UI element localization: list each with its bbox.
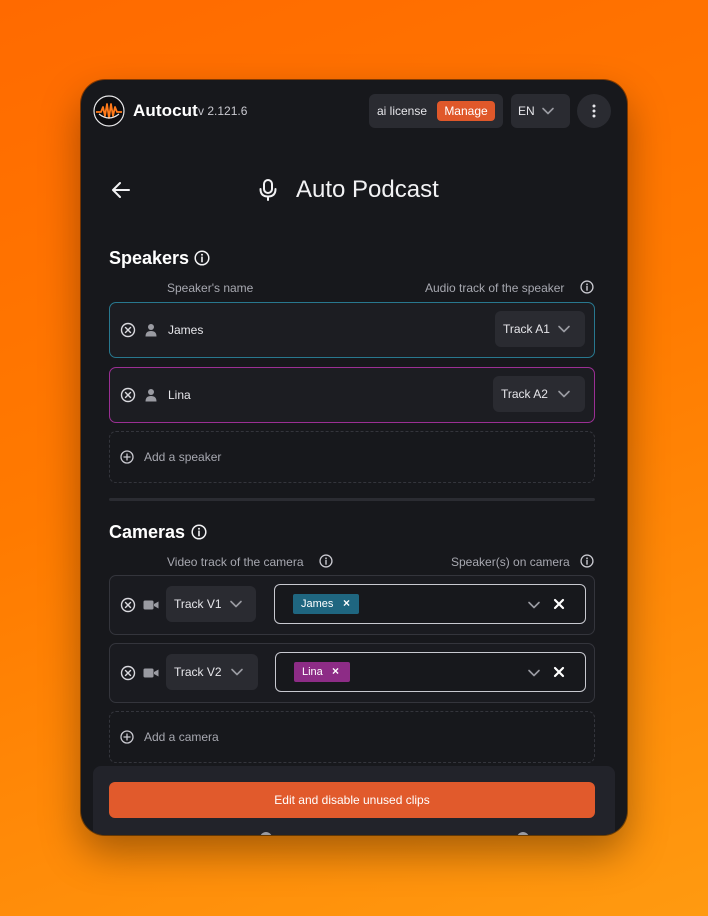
speaker-tag: James ×	[293, 594, 359, 614]
edit-and-disable-button[interactable]: Edit and disable unused clips	[109, 782, 595, 818]
footer-bar: Edit and disable unused clips	[93, 766, 615, 835]
page-title: Auto Podcast	[296, 176, 439, 203]
info-icon[interactable]	[194, 250, 210, 266]
add-camera-button[interactable]: Add a camera	[109, 711, 595, 763]
video-track-value: Track V1	[174, 597, 222, 611]
camera-row: Track V2 Lina ×	[109, 643, 595, 703]
more-vertical-icon	[592, 104, 596, 118]
app-name: Autocut	[133, 101, 198, 120]
info-icon[interactable]	[191, 524, 207, 540]
back-arrow-icon[interactable]	[109, 178, 133, 202]
video-track-select[interactable]: Track V2	[166, 654, 258, 690]
clear-icon[interactable]	[553, 598, 565, 610]
license-badge: ai license Manage	[369, 94, 503, 128]
clear-icon[interactable]	[553, 666, 565, 678]
audio-track-value: Track A2	[501, 387, 548, 401]
info-icon[interactable]	[319, 554, 333, 568]
remove-tag-icon[interactable]: ×	[332, 664, 339, 678]
speakers-on-camera-column-label: Speaker(s) on camera	[451, 555, 570, 569]
video-camera-icon	[143, 600, 159, 610]
info-icon[interactable]	[580, 280, 594, 294]
audio-track-value: Track A1	[503, 322, 550, 336]
chevron-down-icon	[230, 600, 242, 608]
info-icon[interactable]	[580, 554, 594, 568]
speakers-on-camera-select[interactable]: James ×	[274, 584, 586, 624]
audio-track-select[interactable]: Track A2	[493, 376, 585, 412]
remove-circle-icon[interactable]	[120, 665, 136, 681]
autocut-logo	[93, 95, 125, 127]
chevron-down-icon	[558, 390, 570, 398]
scroll-indicator	[517, 832, 529, 835]
audio-track-select[interactable]: Track A1	[495, 311, 585, 347]
scroll-indicator	[260, 832, 272, 835]
speaker-tag-label: Lina	[302, 666, 323, 678]
speaker-tag: Lina ×	[294, 662, 350, 682]
language-value: EN	[518, 104, 535, 118]
speaker-name[interactable]: James	[168, 323, 203, 337]
speakers-on-camera-select[interactable]: Lina ×	[275, 652, 586, 692]
video-camera-icon	[143, 668, 159, 678]
chevron-down-icon	[231, 668, 243, 676]
language-select[interactable]: EN	[511, 94, 570, 128]
remove-tag-icon[interactable]: ×	[343, 596, 350, 610]
top-bar: Autocut v 2.121.6 ai license Manage EN	[81, 80, 627, 142]
speaker-tag-label: James	[301, 598, 334, 610]
video-track-select[interactable]: Track V1	[166, 586, 256, 622]
speakers-section-title: Speakers	[109, 248, 190, 268]
speaker-name[interactable]: Lina	[168, 388, 191, 402]
remove-circle-icon[interactable]	[120, 387, 136, 403]
add-speaker-label: Add a speaker	[144, 450, 222, 464]
camera-row: Track V1 James ×	[109, 575, 595, 635]
chevron-down-icon	[542, 107, 554, 115]
app-window: Autocut v 2.121.6 ai license Manage EN A…	[81, 80, 627, 835]
app-version: v 2.121.6	[198, 104, 248, 118]
manage-license-button[interactable]: Manage	[437, 101, 495, 121]
section-divider	[109, 498, 595, 501]
user-icon	[145, 324, 157, 337]
speaker-name-column-label: Speaker's name	[167, 281, 254, 295]
license-label: ai license	[377, 104, 428, 118]
speaker-row: Lina Track A2	[109, 367, 595, 423]
remove-circle-icon[interactable]	[120, 322, 136, 338]
microphone-icon	[259, 179, 277, 201]
video-track-value: Track V2	[174, 665, 222, 679]
remove-circle-icon[interactable]	[120, 597, 136, 613]
plus-circle-icon	[120, 450, 134, 464]
more-menu-button[interactable]	[577, 94, 611, 128]
cameras-section-title: Cameras	[109, 522, 186, 542]
video-track-column-label: Video track of the camera	[167, 555, 304, 569]
add-speaker-button[interactable]: Add a speaker	[109, 431, 595, 483]
audio-track-column-label: Audio track of the speaker	[425, 281, 565, 295]
chevron-down-icon[interactable]	[527, 599, 541, 611]
plus-circle-icon	[120, 730, 134, 744]
add-camera-label: Add a camera	[144, 730, 219, 744]
speaker-row: James Track A1	[109, 302, 595, 358]
user-icon	[145, 389, 157, 402]
chevron-down-icon[interactable]	[527, 667, 541, 679]
chevron-down-icon	[558, 325, 570, 333]
